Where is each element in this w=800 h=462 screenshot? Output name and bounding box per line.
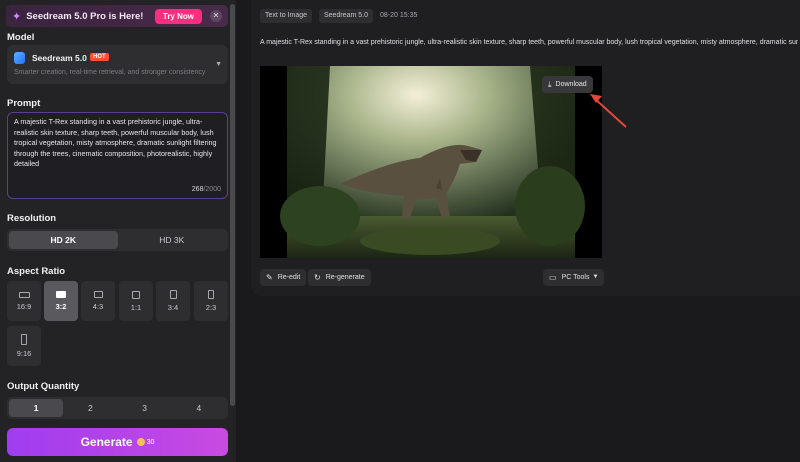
chevron-down-icon: ▼	[592, 274, 599, 280]
re-edit-button[interactable]: ✎ Re-edit	[260, 269, 307, 286]
model-label: Model	[7, 32, 35, 43]
generate-label: Generate	[80, 435, 133, 449]
model-selector[interactable]: Seedream 5.0 HOT Smarter creation, real-…	[7, 45, 228, 84]
result-card: Text to Image Seedream 5.0 08-20 15:35 A…	[251, 0, 800, 296]
quantity-option-2[interactable]: 2	[63, 399, 117, 417]
ratio-3-2[interactable]: 3:2	[44, 281, 78, 321]
char-max: /2000	[203, 186, 221, 193]
result-prompt: A majestic T-Rex standing in a vast preh…	[260, 39, 798, 46]
char-count: 268	[191, 186, 204, 193]
ratio-label: 16:9	[16, 301, 32, 311]
ratio-shape-icon	[208, 290, 214, 299]
ratio-16-9[interactable]: 16:9	[7, 281, 41, 321]
promo-banner[interactable]: ✦ Seedream 5.0 Pro is Here! Try Now ✕	[6, 5, 228, 27]
ratio-9-16[interactable]: 9:16	[7, 326, 41, 366]
download-label: Download	[555, 81, 587, 88]
prompt-text[interactable]: A majestic T-Rex standing in a vast preh…	[14, 117, 221, 170]
model-tag: Seedream 5.0	[319, 9, 373, 23]
promo-text: Seedream 5.0 Pro is Here!	[26, 10, 144, 22]
settings-panel: ✦ Seedream 5.0 Pro is Here! Try Now ✕ Mo…	[0, 0, 236, 462]
sparkle-icon: ✦	[12, 10, 22, 23]
pc-tools-button[interactable]: ▭ PC Tools ▼	[543, 269, 605, 286]
trex-jungle-image	[260, 66, 602, 258]
output-quantity-label: Output Quantity	[7, 381, 80, 392]
ratio-shape-icon	[93, 291, 103, 298]
ratio-label: 3:2	[55, 302, 67, 311]
refresh-icon: ↻	[314, 273, 321, 282]
char-counter: 268/2000	[192, 186, 221, 193]
resolution-label: Resolution	[7, 213, 57, 224]
resolution-2k-option[interactable]: HD 2K	[9, 231, 118, 249]
ratio-label: 9:16	[16, 349, 32, 358]
ratio-shape-icon	[56, 291, 66, 298]
ratio-shape-icon	[169, 290, 177, 299]
quantity-option-3[interactable]: 3	[118, 399, 172, 417]
ratio-shape-icon	[21, 334, 27, 345]
monitor-icon: ▭	[549, 273, 557, 282]
generated-image[interactable]	[260, 66, 602, 258]
timestamp: 08-20 15:35	[380, 12, 418, 19]
hot-badge: HOT	[90, 53, 109, 61]
settings-scrollbar[interactable]	[230, 4, 235, 406]
chevron-down-icon[interactable]: ▼	[215, 61, 222, 68]
model-name: Seedream 5.0	[32, 53, 87, 63]
ratio-label: 1:1	[130, 302, 142, 312]
mode-tag: Text to Image	[260, 9, 313, 23]
ratio-2-3[interactable]: 2:3	[194, 281, 228, 321]
download-icon: ⤓	[548, 80, 552, 89]
quantity-option-1[interactable]: 1	[9, 399, 64, 417]
quantity-toggle: 1 2 3 4	[7, 397, 228, 419]
annotation-arrow	[590, 94, 627, 128]
close-icon[interactable]: ✕	[210, 10, 222, 22]
resolution-toggle: HD 2K HD 3K	[7, 229, 228, 251]
generate-button[interactable]: Generate 30	[7, 428, 228, 456]
resolution-3k-option[interactable]: HD 3K	[118, 231, 227, 249]
ratio-shape-icon	[18, 291, 30, 298]
ratio-3-4[interactable]: 3:4	[156, 281, 190, 321]
re-generate-label: Re-generate	[325, 274, 365, 281]
credit-coin-icon	[136, 438, 145, 446]
ratio-shape-icon	[132, 290, 140, 299]
aspect-ratio-label: Aspect Ratio	[7, 266, 66, 277]
generate-cost: 30	[146, 438, 155, 446]
edit-icon: ✎	[266, 273, 273, 282]
ratio-1-1[interactable]: 1:1	[119, 281, 153, 321]
model-description: Smarter creation, real-time retrieval, a…	[14, 69, 206, 76]
try-now-button[interactable]: Try Now	[154, 8, 202, 24]
pc-tools-label: PC Tools	[561, 274, 590, 281]
ratio-label: 2:3	[205, 303, 217, 312]
quantity-option-4[interactable]: 4	[172, 399, 226, 417]
seedream-logo-icon	[14, 52, 25, 64]
prompt-input[interactable]: A majestic T-Rex standing in a vast preh…	[7, 112, 228, 199]
prompt-label: Prompt	[7, 98, 41, 109]
ratio-4-3[interactable]: 4:3	[81, 281, 115, 321]
ratio-label: 4:3	[92, 302, 104, 311]
re-generate-button[interactable]: ↻ Re-generate	[308, 269, 371, 286]
ratio-label: 3:4	[167, 303, 179, 312]
re-edit-label: Re-edit	[277, 274, 301, 281]
